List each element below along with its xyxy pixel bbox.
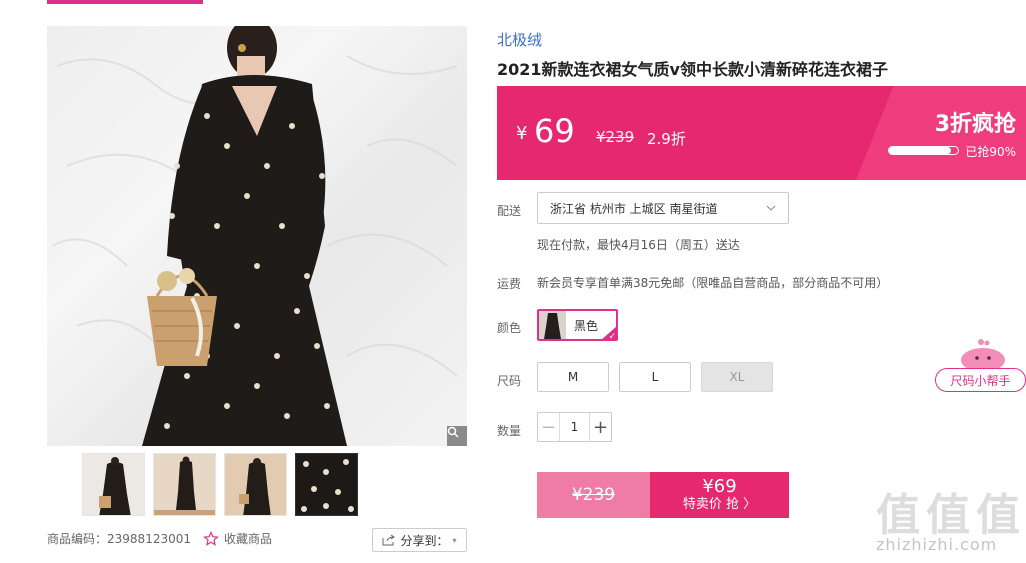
color-option-label: 黑色: [574, 318, 599, 333]
quantity-label: 数量: [497, 424, 522, 438]
flash-sale-title: 3折疯抢: [934, 112, 1016, 137]
address-selector[interactable]: 浙江省 杭州市 上城区 南星街道: [537, 192, 789, 224]
buy-label: 特卖价 抢 〉: [682, 497, 757, 512]
share-button[interactable]: 分享到： ▾: [372, 528, 467, 552]
freight-label: 运费: [497, 277, 522, 291]
main-product-image[interactable]: [47, 26, 467, 446]
share-label: 分享到：: [400, 533, 449, 548]
thumbnail-2[interactable]: [153, 453, 216, 516]
size-option-l[interactable]: L: [619, 362, 691, 392]
brand-link[interactable]: 北极绒: [497, 29, 542, 50]
thumbnail-strip: [82, 453, 358, 516]
favorite-label: 收藏商品: [224, 532, 273, 546]
delivery-eta: 现在付款，最快4月16日（周五）送达: [537, 238, 740, 252]
buy-price: ¥69: [702, 476, 737, 497]
original-price: ¥239: [596, 128, 635, 146]
share-icon: [382, 534, 396, 546]
color-option-black[interactable]: 黑色 ✓: [537, 309, 618, 341]
magnifier-icon: [447, 426, 459, 438]
buy-now-button[interactable]: ¥69 特卖价 抢 〉: [650, 472, 789, 518]
watermark-url: zhizhizhi.com: [876, 535, 998, 554]
favorite-button[interactable]: 收藏商品: [203, 530, 272, 547]
zoom-button[interactable]: [447, 426, 467, 446]
size-option-m[interactable]: M: [537, 362, 609, 392]
product-title: 2021新款连衣裙女气质v领中长款小清新碎花连衣裙子: [497, 60, 888, 79]
color-swatch: [539, 311, 566, 339]
flash-sale-progress-text: 已抢90%: [965, 145, 1016, 159]
quantity-increase-button[interactable]: +: [589, 413, 611, 441]
address-value: 浙江省 杭州市 上城区 南星街道: [550, 201, 718, 216]
product-code: 商品编码： 23988123001: [47, 530, 191, 547]
size-helper-widget[interactable]: 尺码小帮手: [935, 336, 1026, 392]
quantity-decrease-button[interactable]: −: [538, 413, 560, 441]
watermark-char-1: 值: [876, 490, 920, 541]
price-currency: ¥: [516, 123, 528, 144]
caret-down-icon: ▾: [452, 535, 457, 545]
thumbnail-4[interactable]: [295, 453, 358, 516]
selected-check-icon: ✓: [601, 326, 616, 339]
thumbnail-1[interactable]: [82, 453, 145, 516]
freight-text: 新会员专享首单满38元免邮（限唯品自营商品，部分商品不可用）: [537, 276, 889, 290]
discount-rate: 2.9折: [647, 130, 686, 148]
quantity-input[interactable]: 1: [560, 413, 589, 441]
top-accent-bar: [47, 0, 203, 4]
buy-original-price[interactable]: ¥239: [537, 472, 650, 518]
product-code-label: 商品编码：: [47, 532, 108, 546]
flash-sale-progress-fill: [889, 147, 952, 154]
thumbnail-3[interactable]: [224, 453, 287, 516]
quantity-stepper: − 1 +: [537, 412, 612, 442]
color-label: 颜色: [497, 321, 522, 335]
size-helper-label: 尺码小帮手: [935, 368, 1026, 392]
delivery-label: 配送: [497, 204, 522, 218]
size-label: 尺码: [497, 374, 522, 388]
watermark-char-3: 值: [976, 490, 1020, 541]
chevron-down-icon: [766, 205, 776, 211]
pink-mascot-icon: [961, 339, 1005, 372]
star-icon: [203, 530, 219, 546]
current-price: 69: [534, 112, 575, 150]
flash-sale-progress-bar: [888, 146, 959, 155]
size-option-xl: XL: [701, 362, 773, 392]
watermark-char-2: 值: [926, 490, 970, 541]
site-watermark: 值 值 值 zhizhizhi.com: [872, 479, 1022, 559]
product-photo: [51, 26, 458, 446]
product-code-value: 23988123001: [107, 531, 191, 546]
price-band: ¥ 69 ¥239 2.9折 3折疯抢 已抢90%: [497, 86, 1026, 180]
